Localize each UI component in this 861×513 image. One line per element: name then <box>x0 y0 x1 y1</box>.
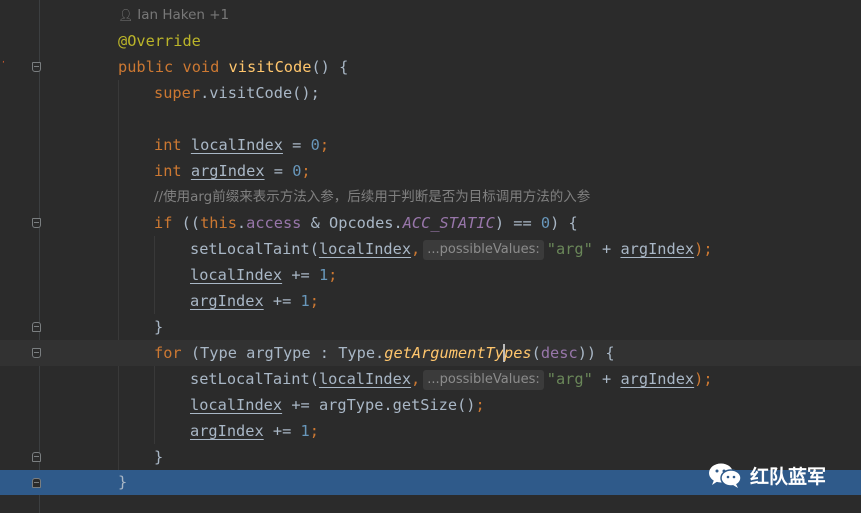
code-text: argIndex += 1; <box>190 292 319 310</box>
watermark: 红队蓝军 <box>708 458 826 492</box>
code-text: if ((this.access & Opcodes.ACC_STATIC) =… <box>154 214 578 232</box>
code-line[interactable]: } <box>0 314 861 340</box>
wechat-icon <box>709 463 742 488</box>
code-text: } <box>118 473 128 491</box>
code-text: int localIndex = 0; <box>154 136 330 154</box>
code-line[interactable]: argIndex += 1; <box>0 418 861 444</box>
code-comment: //使用arg前缀来表示方法入参，后续用于判断是否为目标调用方法的入参 <box>154 189 591 205</box>
code-author-hint[interactable]: 👤︎ Ian Haken +1 <box>118 6 229 24</box>
fold-marker[interactable] <box>32 218 41 228</box>
code-text: int argIndex = 0; <box>154 162 311 180</box>
code-text: for (Type argType : Type.getArgumentType… <box>154 344 615 362</box>
code-text: setLocalTaint(localIndex, ...possibleValu… <box>190 370 713 390</box>
code-text: argIndex += 1; <box>190 422 319 440</box>
fold-marker[interactable] <box>32 62 41 72</box>
code-text: } <box>154 318 164 336</box>
code-text: public void visitCode() { <box>118 58 349 76</box>
author-name: Ian Haken +1 <box>137 7 230 23</box>
code-line-current[interactable]: for (Type argType : Type.getArgumentType… <box>0 340 861 366</box>
watermark-text: 红队蓝军 <box>750 465 827 488</box>
code-line[interactable]: argIndex += 1; <box>0 288 861 314</box>
code-line[interactable]: super.visitCode(); <box>0 80 861 106</box>
fold-marker[interactable] <box>32 478 41 488</box>
code-line[interactable]: int localIndex = 0; <box>0 132 861 158</box>
code-editor[interactable]: 👤︎Ian Haken +1 @Override ↑ public void v… <box>0 0 861 513</box>
fold-marker[interactable] <box>32 348 41 358</box>
code-line[interactable]: ↑ public void visitCode() { <box>0 54 861 80</box>
code-text: setLocalTaint(localIndex, ...possibleValu… <box>190 240 713 260</box>
fold-marker[interactable] <box>32 452 41 462</box>
code-text: localIndex += argType.getSize(); <box>190 396 485 414</box>
override-arrow-icon[interactable]: ↑ <box>0 58 4 74</box>
code-line[interactable]: localIndex += argType.getSize(); <box>0 392 861 418</box>
code-text: @Override <box>118 32 201 50</box>
code-line[interactable]: @Override <box>0 28 861 54</box>
code-text: } <box>154 448 164 466</box>
code-line[interactable]: if ((this.access & Opcodes.ACC_STATIC) =… <box>0 210 861 236</box>
code-line[interactable]: //使用arg前缀来表示方法入参，后续用于判断是否为目标调用方法的入参 <box>0 184 861 210</box>
fold-marker[interactable] <box>32 322 41 332</box>
parameter-hint: ...possibleValues: <box>423 240 544 260</box>
code-text: super.visitCode(); <box>154 84 320 102</box>
code-line[interactable]: int argIndex = 0; <box>0 158 861 184</box>
code-line[interactable]: setLocalTaint(localIndex, ...possibleValu… <box>0 366 861 392</box>
code-line[interactable]: localIndex += 1; <box>0 262 861 288</box>
parameter-hint: ...possibleValues: <box>423 370 544 390</box>
code-text: localIndex += 1; <box>190 266 338 284</box>
code-line[interactable]: setLocalTaint(localIndex, ...possibleValu… <box>0 236 861 262</box>
user-icon: 👤︎ <box>118 8 134 22</box>
